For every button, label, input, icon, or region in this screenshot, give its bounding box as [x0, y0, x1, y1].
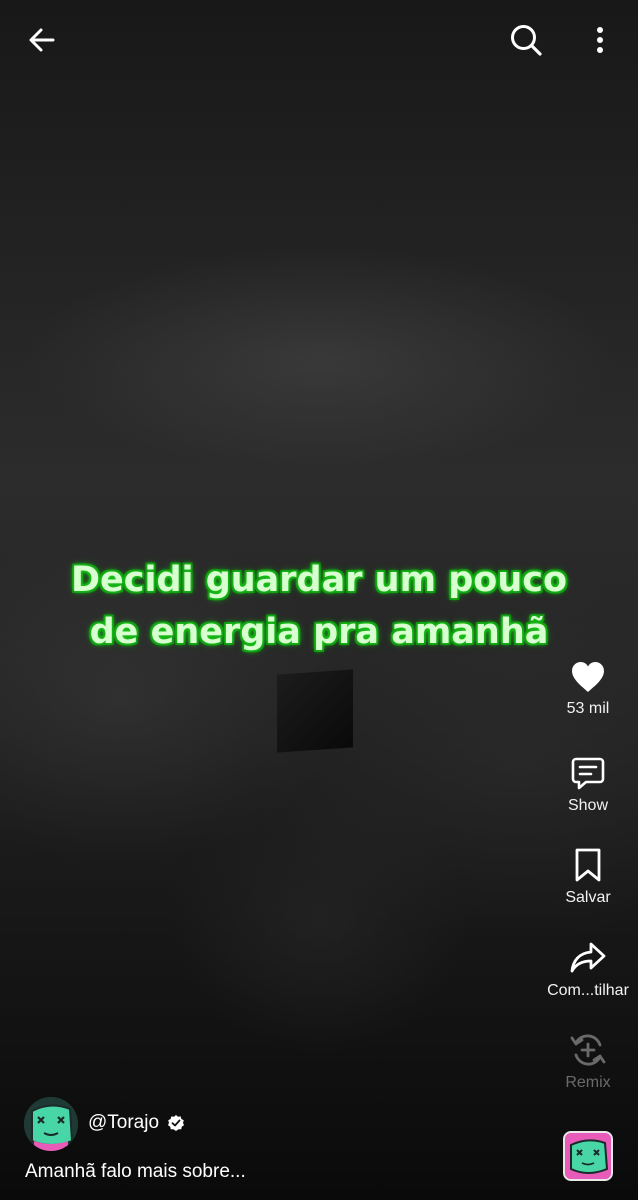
like-count: 53 mil — [566, 700, 610, 717]
share-label: Com...tilhar — [547, 982, 629, 999]
comment-icon — [571, 757, 605, 790]
back-button[interactable] — [20, 18, 64, 62]
remix-button[interactable]: Remix — [538, 1032, 638, 1092]
remix-label: Remix — [565, 1074, 611, 1091]
video-caption: Decidi guardar um pouco de energia pra a… — [30, 554, 608, 658]
share-icon — [570, 942, 606, 973]
heart-icon — [572, 662, 604, 692]
more-vertical-icon — [597, 27, 603, 53]
avatar-image — [24, 1097, 78, 1151]
video-description[interactable]: Amanhã falo mais sobre... — [25, 1161, 246, 1183]
comments-label: Show — [567, 797, 609, 814]
search-icon — [511, 25, 542, 56]
author-avatar[interactable] — [24, 1097, 78, 1151]
verified-badge-icon — [168, 1115, 185, 1131]
caption-line-1: Decidi guardar um pouco — [70, 560, 568, 600]
caption-line-2: de energia pra amanhã — [89, 612, 549, 652]
bookmark-icon — [575, 848, 601, 882]
save-label: Salvar — [565, 889, 611, 906]
save-button[interactable]: Salvar — [538, 847, 638, 907]
arrow-left-icon — [29, 28, 55, 52]
author-handle: @Torajo — [88, 1112, 160, 1133]
more-options-button[interactable] — [578, 18, 622, 62]
search-button[interactable] — [504, 18, 548, 62]
remix-icon — [570, 1034, 606, 1066]
share-button[interactable]: Com...tilhar — [538, 940, 638, 1000]
video-dark-cube — [277, 669, 353, 753]
sound-image — [565, 1133, 611, 1179]
comments-button[interactable]: Show — [538, 755, 638, 815]
author-handle-row[interactable]: @Torajo — [88, 1112, 185, 1134]
sound-thumbnail[interactable] — [563, 1131, 613, 1181]
like-button[interactable]: 53 mil — [538, 660, 638, 718]
